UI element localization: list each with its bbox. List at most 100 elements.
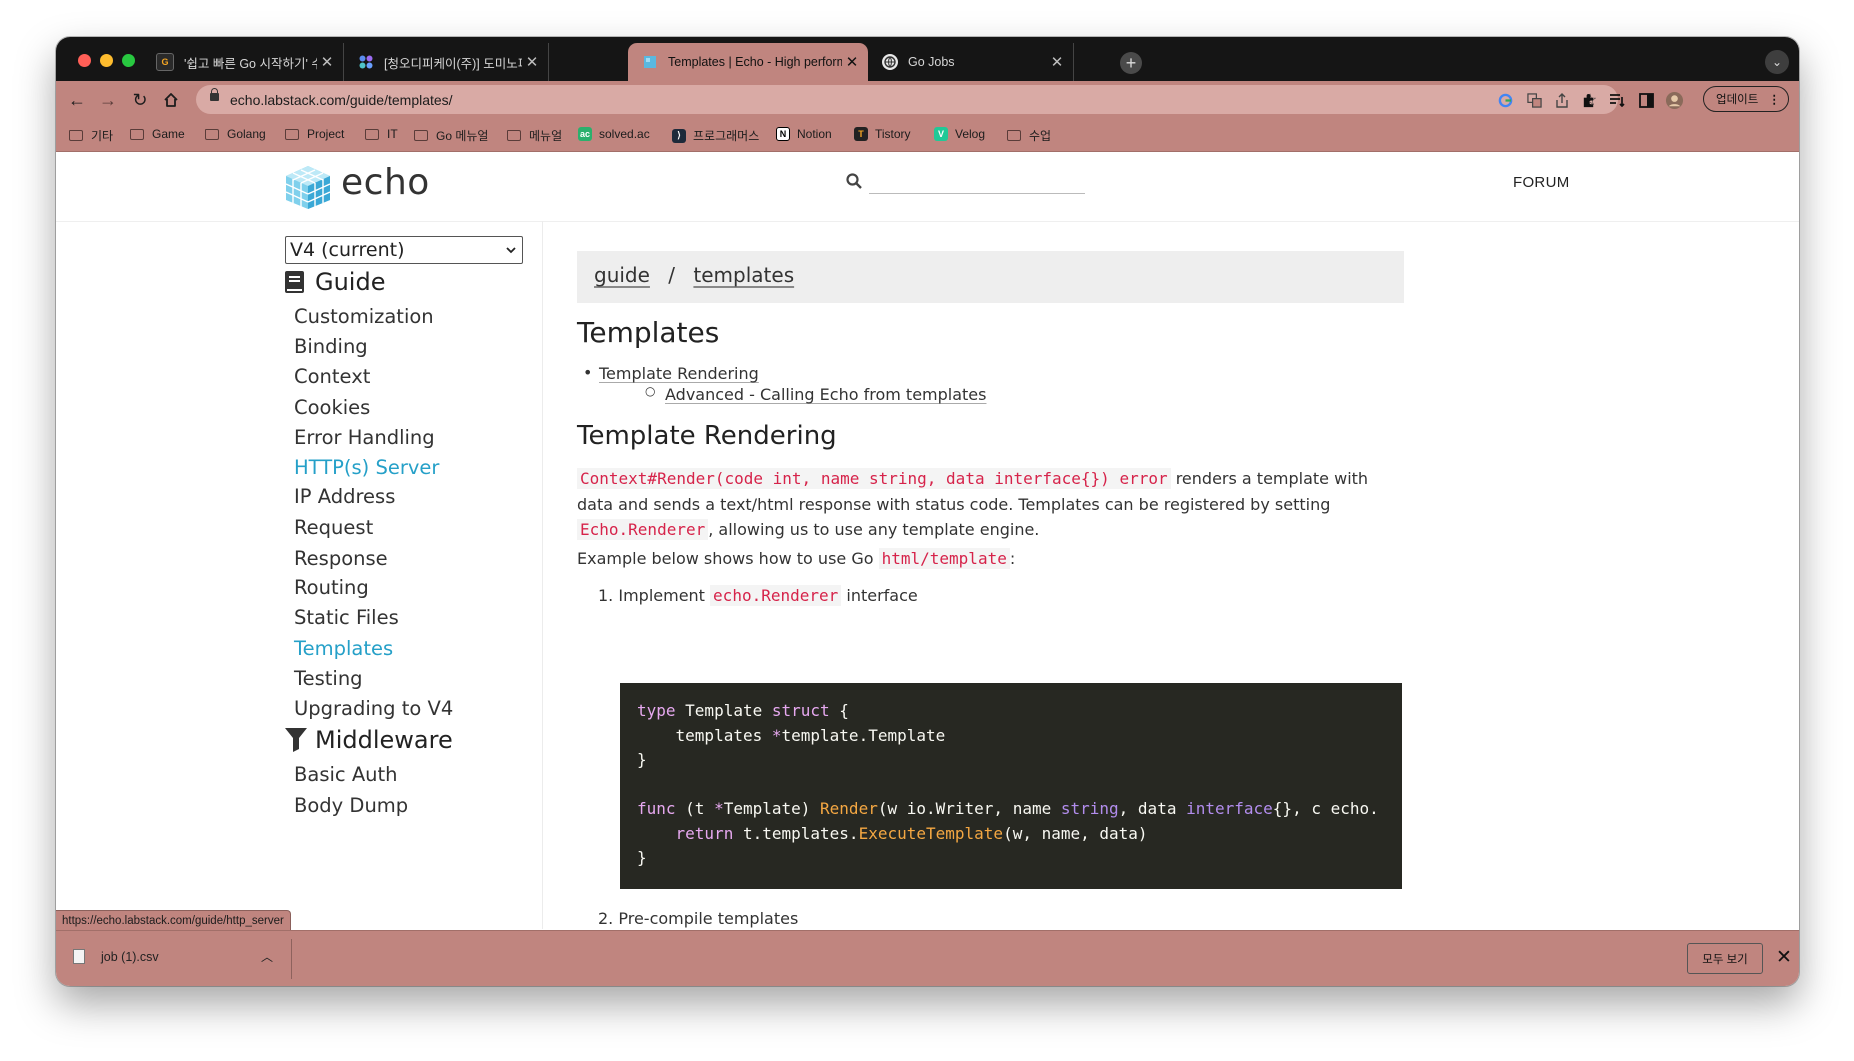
tab-go-jobs[interactable]: Go Jobs ✕: [868, 43, 1074, 81]
tab-echo-templates[interactable]: Templates | Echo - High performance ✕: [628, 43, 868, 81]
breadcrumb-guide[interactable]: guide: [594, 263, 650, 287]
reload-button[interactable]: ↻: [128, 88, 152, 112]
bookmark-notion[interactable]: N Notion: [776, 127, 832, 141]
google-icon[interactable]: [1496, 91, 1514, 109]
bookmarks-bar: 기타 Game Golang Project IT Go 메뉴얼 메뉴얼 ac s…: [56, 118, 1799, 152]
search-icon[interactable]: [846, 173, 862, 189]
bookmark-folder[interactable]: 메뉴얼: [507, 127, 562, 144]
sidebar-item-basic-auth[interactable]: Basic Auth: [294, 763, 398, 786]
bookmark-folder[interactable]: Go 메뉴얼: [414, 127, 488, 144]
sidebar-item-request[interactable]: Request: [294, 516, 373, 539]
echo-favicon-icon: [642, 54, 658, 70]
toc-advanced[interactable]: Advanced - Calling Echo from templates: [665, 385, 986, 404]
echo-logo-text[interactable]: echo: [341, 162, 430, 203]
step-2: 2. Pre-compile templates: [598, 909, 799, 928]
folder-icon: [507, 130, 521, 141]
bookmark-folder[interactable]: IT: [365, 127, 398, 141]
zoom-window-button[interactable]: [122, 54, 135, 67]
sidebar-item-context[interactable]: Context: [294, 365, 370, 388]
echo-logo-icon[interactable]: [284, 164, 332, 210]
sidebar-item-binding[interactable]: Binding: [294, 335, 368, 358]
folder-icon: [285, 128, 299, 140]
close-tab-icon[interactable]: ✕: [317, 53, 337, 71]
velog-icon: V: [934, 127, 948, 141]
close-downloads-icon[interactable]: ✕: [1776, 946, 1792, 969]
solved-ac-icon: ac: [578, 127, 592, 141]
sidebar-item-response[interactable]: Response: [294, 547, 388, 570]
bookmark-tistory[interactable]: T Tistory: [854, 127, 911, 141]
forum-link[interactable]: FORUM: [1513, 174, 1570, 191]
home-icon: [164, 93, 178, 107]
sidebar-item-cookies[interactable]: Cookies: [294, 396, 370, 419]
folder-icon: [1007, 130, 1021, 141]
translate-icon[interactable]: [1525, 91, 1543, 109]
bookmark-folder[interactable]: Game: [130, 127, 185, 141]
extensions-puzzle-icon[interactable]: [1578, 90, 1598, 110]
code-block[interactable]: type Template struct { templates *templa…: [620, 683, 1402, 889]
sidebar-item-upgrading[interactable]: Upgrading to V4: [294, 697, 453, 720]
sidebar-item-templates[interactable]: Templates: [294, 637, 393, 660]
minimize-window-button[interactable]: [100, 54, 113, 67]
globe-favicon-icon: [882, 54, 898, 70]
close-window-button[interactable]: [78, 54, 91, 67]
sidebar-item-body-dump[interactable]: Body Dump: [294, 794, 408, 817]
download-item[interactable]: job (1).csv: [73, 949, 159, 964]
version-select[interactable]: V4 (current): [285, 236, 523, 264]
show-all-downloads-button[interactable]: 모두 보기: [1687, 943, 1763, 974]
toc-template-rendering[interactable]: Template Rendering: [599, 364, 759, 383]
profile-avatar-icon[interactable]: [1664, 90, 1684, 110]
close-tab-icon[interactable]: ✕: [522, 53, 542, 71]
update-button[interactable]: 업데이트 ⋮: [1703, 86, 1789, 112]
site-header: echo FORUM: [56, 152, 1799, 222]
bookmark-folder[interactable]: 수업: [1007, 127, 1051, 144]
tab-go-edit[interactable]: G '쉽고 빠른 Go 시작하기' 수정하기 ✕: [142, 43, 344, 81]
programmers-icon: ⟩: [672, 128, 686, 143]
new-tab-button[interactable]: +: [1120, 52, 1142, 74]
section-title: Template Rendering: [577, 421, 837, 451]
downloads-bar: job (1).csv ︿ 모두 보기 ✕: [56, 930, 1799, 986]
guide-heading: Guide: [285, 268, 385, 296]
bookmark-velog[interactable]: V Velog: [934, 127, 985, 141]
tab-search-button[interactable]: ⌄: [1765, 50, 1789, 74]
lock-icon: [210, 88, 219, 101]
bookmark-folder[interactable]: Golang: [205, 127, 266, 141]
share-icon[interactable]: [1553, 91, 1571, 109]
dots-favicon-icon: [358, 54, 374, 70]
close-tab-icon[interactable]: ✕: [1047, 53, 1067, 71]
window-controls: [78, 54, 135, 67]
web-page: echo FORUM V4 (current) Guide Customizat…: [56, 152, 1799, 929]
divider: [291, 939, 292, 979]
sidebar-item-testing[interactable]: Testing: [294, 667, 363, 690]
forward-button[interactable]: →: [96, 88, 120, 112]
sidebar-item-http-server[interactable]: HTTP(s) Server: [294, 456, 439, 479]
bookmark-solved-ac[interactable]: ac solved.ac: [578, 127, 650, 141]
side-panel-icon[interactable]: [1636, 90, 1656, 110]
back-button[interactable]: ←: [65, 88, 89, 112]
bookmark-folder[interactable]: 기타: [69, 127, 113, 144]
book-icon: [285, 271, 304, 293]
more-menu-icon: ⋮: [1768, 94, 1781, 106]
home-button[interactable]: [159, 88, 183, 112]
tab-strip: G '쉽고 빠른 Go 시작하기' 수정하기 ✕ [청오디피케이(주)] 도미노…: [56, 37, 1799, 81]
sidebar-item-customization[interactable]: Customization: [294, 305, 434, 328]
sidebar-item-static-files[interactable]: Static Files: [294, 606, 399, 629]
breadcrumb-templates[interactable]: templates: [693, 263, 794, 287]
site-search-input[interactable]: [869, 165, 1085, 194]
sidebar: V4 (current) Guide Customization Binding…: [56, 221, 543, 929]
close-tab-icon[interactable]: ✕: [842, 53, 862, 71]
address-bar[interactable]: echo.labstack.com/guide/templates/ ☆: [196, 85, 1618, 114]
sidebar-item-routing[interactable]: Routing: [294, 576, 369, 599]
bookmark-folder[interactable]: Project: [285, 127, 344, 141]
go-favicon-icon: G: [156, 53, 174, 71]
bookmark-programmers[interactable]: ⟩ 프로그래머스: [672, 127, 759, 144]
filter-icon: [285, 728, 307, 752]
chevron-up-icon[interactable]: ︿: [261, 948, 273, 965]
folder-icon: [205, 128, 219, 140]
tab-dominos[interactable]: [청오디피케이(주)] 도미노피자 각 부문 ✕: [344, 43, 549, 81]
folder-icon: [414, 130, 428, 141]
sidebar-item-error-handling[interactable]: Error Handling: [294, 426, 435, 449]
page-title: Templates: [577, 316, 720, 349]
middleware-heading: Middleware: [285, 726, 453, 754]
reading-list-icon[interactable]: [1607, 90, 1627, 110]
sidebar-item-ip-address[interactable]: IP Address: [294, 485, 395, 508]
